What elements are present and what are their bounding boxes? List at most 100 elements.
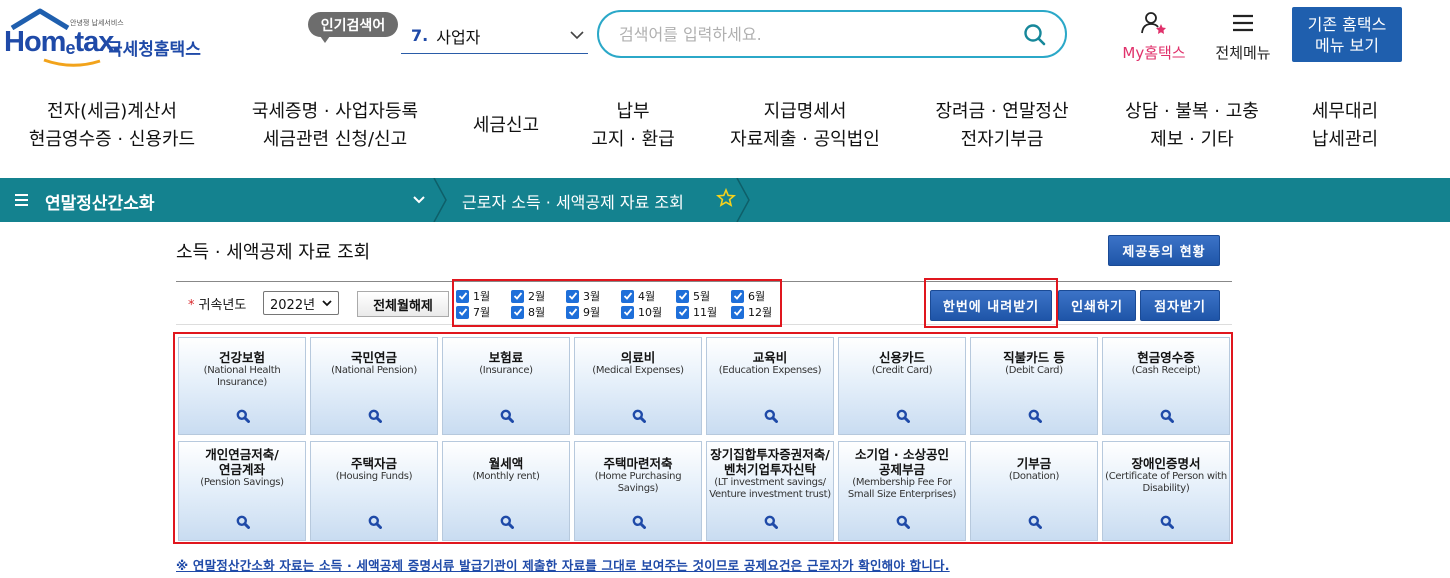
deduction-card[interactable]: 개인연금저축/ 연금계좌 (Pension Savings) xyxy=(178,441,306,541)
user-star-icon xyxy=(1141,12,1166,34)
deduction-card[interactable]: 보험료 (Insurance) xyxy=(442,337,570,435)
month-checkbox[interactable]: 10월 xyxy=(621,304,662,320)
card-title: 개인연금저축/ 연금계좌 xyxy=(205,447,279,477)
card-subtitle: (Home Purchasing Savings) xyxy=(594,471,682,494)
magnifier-icon xyxy=(236,409,250,423)
gnb-line2: 전자기부금 xyxy=(960,129,1044,150)
card-subtitle: (Pension Savings) xyxy=(200,477,284,488)
magnifier-icon xyxy=(896,515,910,529)
notice-link[interactable]: ※ 연말정산간소화 자료는 소득 · 세액공제 증명서류 발급기관이 제출한 자… xyxy=(176,555,950,574)
month-checkbox[interactable]: 9월 xyxy=(566,304,600,320)
gnb-line2: 자료제출 · 공익법인 xyxy=(730,129,880,150)
popular-term: 사업자 xyxy=(436,27,481,47)
gnb-item-e-invoice[interactable]: 전자(세금)계산서 현금영수증 · 신용카드 xyxy=(26,98,198,154)
deduction-card[interactable]: 월세액 (Monthly rent) xyxy=(442,441,570,541)
year-select[interactable]: 2022년 xyxy=(263,291,339,315)
deduction-card[interactable]: 신용카드 (Credit Card) xyxy=(838,337,966,435)
month-checkbox[interactable]: 11월 xyxy=(676,304,717,320)
month-checkbox[interactable]: 7월 xyxy=(456,304,490,320)
download-all-button[interactable]: 한번에 내려받기 xyxy=(930,290,1052,321)
gnb-line1: 전자(세금)계산서 xyxy=(47,101,177,122)
card-subtitle: (Credit Card) xyxy=(871,365,933,376)
checkmark-icon xyxy=(456,289,469,303)
card-subtitle: (Debit Card) xyxy=(1005,365,1063,376)
card-title: 기부금 xyxy=(1016,456,1052,471)
my-hometax-label: My홈택스 xyxy=(1122,44,1186,62)
deduction-card[interactable]: 의료비 (Medical Expenses) xyxy=(574,337,702,435)
gnb-item-tax-return[interactable]: 세금신고 xyxy=(466,112,546,140)
consent-status-button[interactable]: 제공동의 현황 xyxy=(1108,235,1220,266)
month-checkbox[interactable]: 12월 xyxy=(731,304,772,320)
logo-wordmark: Hometax. xyxy=(4,26,121,58)
checkmark-icon xyxy=(456,305,469,319)
search-icon[interactable] xyxy=(1023,23,1047,47)
month-checkbox[interactable]: 1월 xyxy=(456,288,490,304)
uncheck-all-months-button[interactable]: 전체월해제 xyxy=(357,291,449,317)
chevron-down-icon[interactable] xyxy=(412,193,426,207)
gnb-item-consultation[interactable]: 상담 · 불복 · 고충 제보 · 기타 xyxy=(1116,98,1268,154)
checkmark-icon xyxy=(731,289,744,303)
old-menu-line1: 기존 홈택스 xyxy=(1307,14,1387,34)
hometax-logo[interactable]: 안녕쟁 납세서비스 Hometax. 국세청홈택스 xyxy=(4,8,244,67)
month-label: 7월 xyxy=(473,306,491,319)
all-menu-button[interactable]: 전체메뉴 xyxy=(1205,10,1281,63)
deduction-card[interactable]: 교육비 (Education Expenses) xyxy=(706,337,834,435)
magnifier-icon xyxy=(500,515,514,529)
deduction-card[interactable]: 소기업 · 소상공인 공제부금 (Membership Fee For Small… xyxy=(838,441,966,541)
braille-receive-button[interactable]: 점자받기 xyxy=(1140,290,1220,321)
gnb-item-payment[interactable]: 납부 고지 · 환급 xyxy=(578,98,688,154)
card-subtitle: (National Pension) xyxy=(331,365,417,376)
month-checkbox[interactable]: 3월 xyxy=(566,288,600,304)
magnifier-icon xyxy=(764,409,778,423)
logo-swoosh-icon xyxy=(43,58,101,67)
gnb-line1: 세금신고 xyxy=(472,115,540,136)
magnifier-icon xyxy=(1160,409,1174,423)
month-label: 11월 xyxy=(693,306,718,319)
print-button[interactable]: 인쇄하기 xyxy=(1058,290,1136,321)
month-label: 3월 xyxy=(583,290,601,303)
star-favorite-icon[interactable] xyxy=(716,188,736,208)
month-label: 2월 xyxy=(528,290,546,303)
deduction-card[interactable]: 주택자금 (Housing Funds) xyxy=(310,441,438,541)
month-checkbox[interactable]: 2월 xyxy=(511,288,545,304)
deduction-card[interactable]: 국민연금 (National Pension) xyxy=(310,337,438,435)
main-navigation: 전자(세금)계산서 현금영수증 · 신용카드 국세증명 · 사업자등록 세금관련… xyxy=(0,92,1450,162)
page-title: 소득 · 세액공제 자료 조회 xyxy=(176,242,371,263)
old-hometax-menu-button[interactable]: 기존 홈택스 메뉴 보기 xyxy=(1292,7,1402,62)
checkmark-icon xyxy=(566,289,579,303)
month-checkbox[interactable]: 4월 xyxy=(621,288,655,304)
card-title: 건강보험 xyxy=(218,350,265,365)
gnb-item-payment-statement[interactable]: 지급명세서 자료제출 · 공익법인 xyxy=(722,98,888,154)
gnb-item-year-end-settlement[interactable]: 장려금 · 연말정산 전자기부금 xyxy=(926,98,1078,154)
logo-korean-name: 국세청홈택스 xyxy=(107,40,201,60)
month-checkbox[interactable]: 6월 xyxy=(731,288,765,304)
card-title: 국민연금 xyxy=(350,350,397,365)
gnb-item-certificates[interactable]: 국세증명 · 사업자등록 세금관련 신청/신고 xyxy=(245,98,425,154)
deduction-card[interactable]: 주택마련저축 (Home Purchasing Savings) xyxy=(574,441,702,541)
my-hometax-link[interactable]: My홈택스 xyxy=(1113,10,1195,63)
magnifier-icon xyxy=(1028,409,1042,423)
month-checkbox[interactable]: 5월 xyxy=(676,288,710,304)
card-subtitle: (LT investment savings/ Venture investme… xyxy=(709,477,831,500)
deduction-card[interactable]: 직불카드 등 (Debit Card) xyxy=(970,337,1098,435)
gnb-item-tax-agent[interactable]: 세무대리 납세관리 xyxy=(1300,98,1390,154)
checkmark-icon xyxy=(621,305,634,319)
breadcrumb-separator xyxy=(433,178,447,222)
gnb-line1: 지급명세서 xyxy=(763,101,847,122)
month-label: 12월 xyxy=(748,306,773,319)
card-title: 장애인증명서 xyxy=(1131,456,1201,471)
deduction-card[interactable]: 건강보험 (National Health Insurance) xyxy=(178,337,306,435)
list-menu-icon[interactable] xyxy=(14,192,30,208)
card-subtitle: (Certificate of Person with Disability) xyxy=(1105,471,1227,494)
deduction-card[interactable]: 현금영수증 (Cash Receipt) xyxy=(1102,337,1230,435)
filter-bar: * 귀속년도 2022년 전체월해제 한번에 내려받기 인쇄하기 점자받기 1월 2… xyxy=(176,278,1232,328)
deduction-card[interactable]: 기부금 (Donation) xyxy=(970,441,1098,541)
month-checkbox[interactable]: 8월 xyxy=(511,304,545,320)
card-title: 현금영수증 xyxy=(1137,350,1195,365)
search-input[interactable] xyxy=(619,21,1019,47)
popular-search-select[interactable]: 7. 사업자 xyxy=(401,18,588,54)
deduction-card[interactable]: 장기집합투자증권저축/ 벤처기업투자신탁 (LT investment savin… xyxy=(706,441,834,541)
month-label: 9월 xyxy=(583,306,601,319)
section-title[interactable]: 연말정산간소화 xyxy=(45,189,154,214)
deduction-card[interactable]: 장애인증명서 (Certificate of Person with Disabi… xyxy=(1102,441,1230,541)
